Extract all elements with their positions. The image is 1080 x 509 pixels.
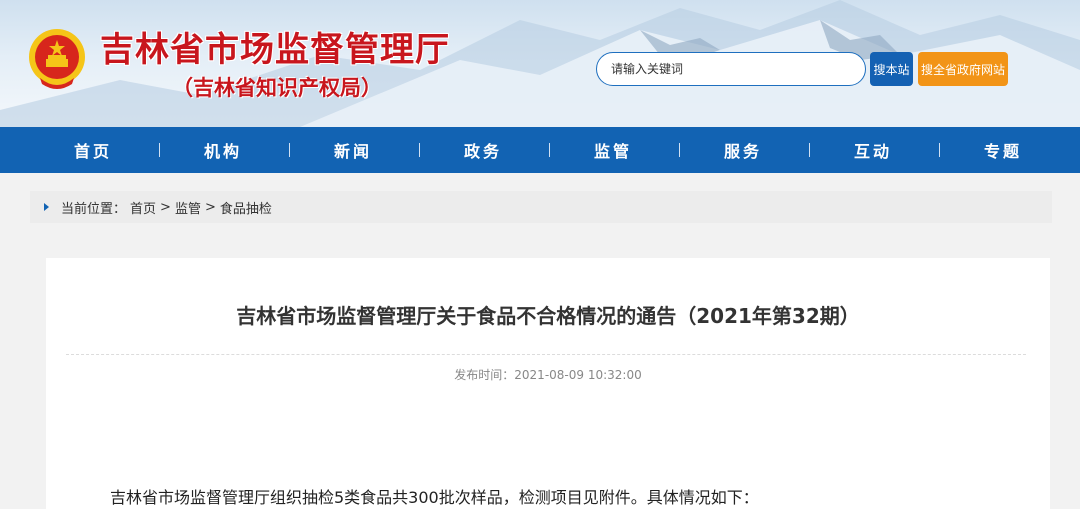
breadcrumb-link-supervision[interactable]: 监管 bbox=[175, 198, 201, 217]
breadcrumb-link-home[interactable]: 首页 bbox=[130, 198, 156, 217]
site-title: 吉林省市场监督管理厅 bbox=[100, 30, 450, 70]
nav-separator bbox=[679, 143, 680, 157]
title-divider bbox=[66, 354, 1026, 355]
breadcrumb-link-food-inspection[interactable]: 食品抽检 bbox=[220, 198, 272, 217]
nav-separator bbox=[419, 143, 420, 157]
nav-item-organization[interactable]: 机构 bbox=[163, 127, 283, 173]
site-subtitle: （吉林省知识产权局） bbox=[172, 76, 382, 100]
triangle-right-icon bbox=[44, 203, 49, 211]
nav-item-interaction[interactable]: 互动 bbox=[813, 127, 933, 173]
article-paragraph: 吉林省市场监督管理厅组织抽检5类食品共300批次样品，检测项目见附件。具体情况如… bbox=[110, 488, 759, 507]
publish-date-value: 2021-08-09 10:32:00 bbox=[514, 368, 642, 382]
search-box bbox=[596, 52, 866, 86]
nav-separator bbox=[159, 143, 160, 157]
breadcrumb-separator: > bbox=[160, 199, 171, 215]
breadcrumb: 当前位置： 首页 > 监管 > 食品抽检 bbox=[30, 191, 1052, 223]
national-emblem-icon bbox=[29, 29, 85, 89]
nav-separator bbox=[289, 143, 290, 157]
breadcrumb-separator: > bbox=[204, 199, 216, 215]
article-panel: 吉林省市场监督管理厅关于食品不合格情况的通告（2021年第32期） 发布时间：2… bbox=[46, 258, 1050, 509]
main-nav: 首页 机构 新闻 政务 监管 服务 互动 专题 bbox=[0, 127, 1080, 173]
nav-item-service[interactable]: 服务 bbox=[683, 127, 803, 173]
publish-date: 发布时间：2021-08-09 10:32:00 bbox=[46, 366, 1050, 383]
search-gov-button[interactable]: 搜全省政府网站 bbox=[918, 52, 1008, 86]
search-site-button[interactable]: 搜本站 bbox=[870, 52, 913, 86]
search-input[interactable] bbox=[611, 62, 851, 76]
article-title: 吉林省市场监督管理厅关于食品不合格情况的通告（2021年第32期） bbox=[236, 304, 860, 328]
site-header: 吉林省市场监督管理厅 （吉林省知识产权局） 搜本站 搜全省政府网站 bbox=[0, 0, 1080, 127]
nav-separator bbox=[549, 143, 550, 157]
nav-separator bbox=[809, 143, 810, 157]
nav-item-government[interactable]: 政务 bbox=[423, 127, 543, 173]
nav-item-news[interactable]: 新闻 bbox=[293, 127, 413, 173]
nav-item-home[interactable]: 首页 bbox=[33, 127, 153, 173]
nav-item-topics[interactable]: 专题 bbox=[943, 127, 1063, 173]
nav-item-supervision[interactable]: 监管 bbox=[553, 127, 673, 173]
nav-separator bbox=[939, 143, 940, 157]
publish-date-label: 发布时间： bbox=[454, 368, 515, 382]
breadcrumb-prefix: 当前位置： bbox=[61, 201, 127, 217]
